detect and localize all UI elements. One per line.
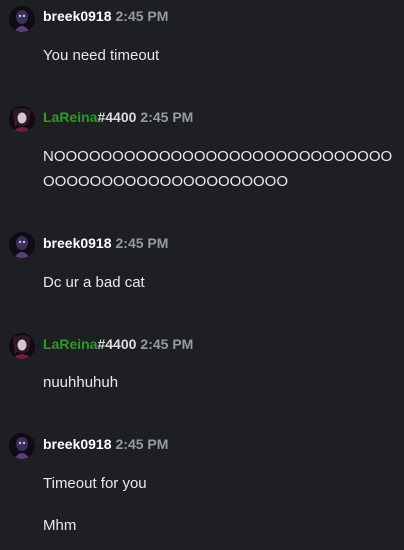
message-header: LaReina#4400 2:45 PM [43, 108, 193, 126]
message-header: LaReina#4400 2:45 PM [43, 335, 193, 353]
avatar-dark-character-icon [9, 106, 35, 132]
user-avatar[interactable] [9, 232, 35, 258]
message-text: Dc ur a bad cat [43, 274, 145, 291]
timestamp: 2:45 PM [115, 235, 169, 251]
timestamp: 2:45 PM [140, 336, 194, 352]
message-header: breek0918 2:45 PM [43, 234, 168, 252]
message-text: Timeout for you [43, 475, 147, 492]
avatar-dark-character-icon [9, 433, 35, 459]
message-text: nuuhhuhuh [43, 374, 119, 391]
message-text: NOOOOOOOOOOOOOOOOOOOOOOOOOOOOOOOOOOOOOOO… [43, 148, 393, 190]
user-avatar[interactable] [9, 6, 35, 32]
chat-message-list: breek0918 2:45 PM You need timeout LaRein… [0, 0, 404, 550]
avatar-dark-character-icon [9, 333, 35, 359]
username[interactable]: breek0918 [43, 235, 112, 251]
timestamp: 2:45 PM [115, 8, 169, 24]
timestamp: 2:45 PM [140, 109, 194, 125]
username[interactable]: LaReina [43, 109, 97, 125]
timestamp: 2:45 PM [115, 436, 169, 452]
username[interactable]: LaReina [43, 336, 97, 352]
username[interactable]: breek0918 [43, 8, 112, 24]
user-discriminator: #4400 [97, 336, 137, 352]
message-text: You need timeout [43, 47, 160, 64]
message-header: breek0918 2:45 PM [43, 435, 168, 453]
avatar-dark-character-icon [9, 232, 35, 258]
message-text: Mhm [43, 517, 77, 534]
avatar-dark-character-icon [9, 6, 35, 32]
user-avatar[interactable] [9, 106, 35, 132]
user-avatar[interactable] [9, 433, 35, 459]
user-avatar[interactable] [9, 333, 35, 359]
message-header: breek0918 2:45 PM [43, 7, 168, 25]
user-discriminator: #4400 [97, 109, 137, 125]
username[interactable]: breek0918 [43, 436, 112, 452]
